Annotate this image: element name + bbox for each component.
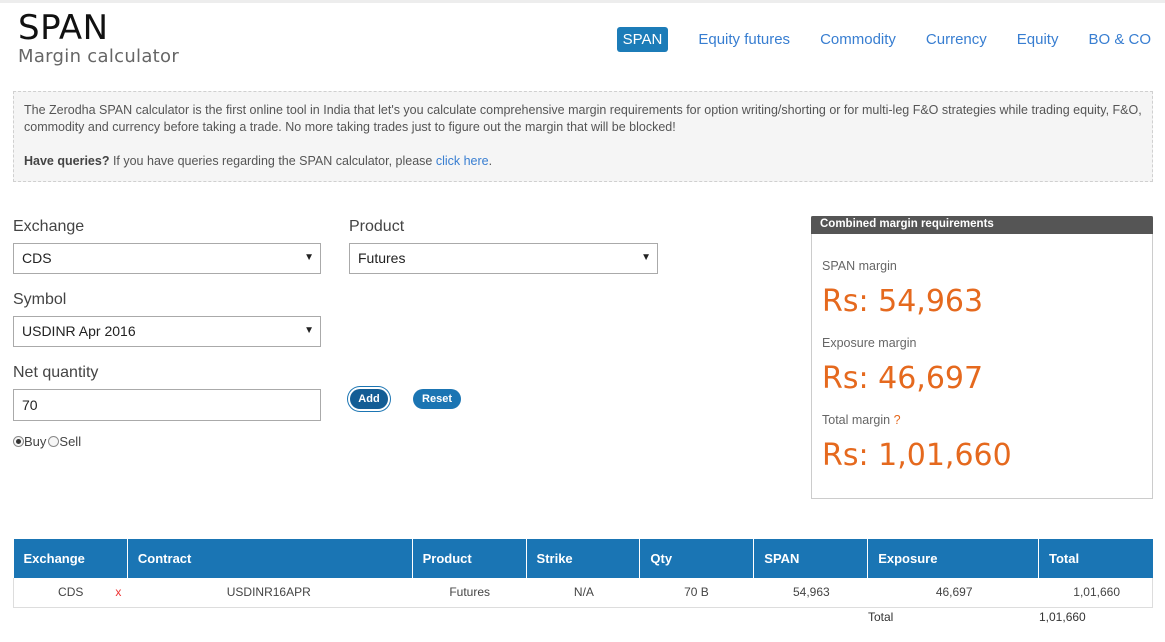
product-label: Product <box>349 218 405 235</box>
cell-contract-wrap: x USDINR16APR <box>115 578 413 608</box>
total-margin-label-wrap: Total margin ? <box>822 413 901 427</box>
info-box: The Zerodha SPAN calculator is the first… <box>13 91 1153 182</box>
brand-subtitle: Margin calculator <box>18 46 180 67</box>
th-total: Total <box>1038 539 1153 578</box>
product-value: Futures <box>358 250 406 266</box>
symbol-label: Symbol <box>13 291 67 308</box>
click-here-link[interactable]: click here <box>436 154 489 168</box>
grand-total-value: 1,01,660 <box>1039 610 1086 624</box>
total-margin-value: Rs: 1,01,660 <box>822 438 1012 473</box>
exposure-margin-value: Rs: 46,697 <box>822 361 984 396</box>
add-button[interactable]: Add <box>350 389 388 409</box>
th-strike: Strike <box>526 539 641 578</box>
nav-equity[interactable]: Equity <box>1017 27 1059 52</box>
nav-bo-co[interactable]: BO & CO <box>1088 27 1151 52</box>
th-product: Product <box>412 539 527 578</box>
queries-label: Have queries? <box>24 154 110 168</box>
cell-qty: 70 B <box>639 578 754 608</box>
exposure-margin-label: Exposure margin <box>822 336 917 350</box>
queries-text: If you have queries regarding the SPAN c… <box>109 154 436 168</box>
sell-label: Sell <box>59 434 82 449</box>
total-margin-label: Total margin <box>822 413 891 427</box>
th-contract: Contract <box>127 539 413 578</box>
nav-span[interactable]: SPAN <box>616 27 669 52</box>
exchange-select[interactable]: CDS ▼ <box>13 243 321 274</box>
positions-table: Exchange Contract Product Strike Qty SPA… <box>13 539 1153 608</box>
product-select[interactable]: Futures ▼ <box>349 243 658 274</box>
symbol-select[interactable]: USDINR Apr 2016 ▼ <box>13 316 321 347</box>
cell-total: 1,01,660 <box>1038 578 1153 608</box>
symbol-value: USDINR Apr 2016 <box>22 323 136 339</box>
cell-contract: USDINR16APR <box>226 585 311 600</box>
info-description: The Zerodha SPAN calculator is the first… <box>24 103 1142 134</box>
span-margin-label: SPAN margin <box>822 259 897 273</box>
reset-button[interactable]: Reset <box>413 389 461 409</box>
table-row: CDS x USDINR16APR Futures N/A 70 B 54,96… <box>13 578 1153 608</box>
net-quantity-input[interactable]: 70 <box>13 389 321 421</box>
chevron-down-icon: ▼ <box>304 325 314 336</box>
side-radio-group: Buy Sell <box>13 434 81 449</box>
exchange-label: Exchange <box>13 218 85 235</box>
table-header-row: Exchange Contract Product Strike Qty SPA… <box>13 539 1153 578</box>
panel-header: Combined margin requirements <box>811 216 1153 234</box>
sell-radio[interactable] <box>48 436 60 447</box>
cell-product: Futures <box>412 578 527 608</box>
nav-currency[interactable]: Currency <box>926 27 987 52</box>
th-exposure: Exposure <box>867 539 1040 578</box>
nav-commodity[interactable]: Commodity <box>820 27 896 52</box>
grand-total-label: Total <box>868 610 894 624</box>
cell-strike: N/A <box>526 578 640 608</box>
net-quantity-label: Net quantity <box>13 364 99 381</box>
remove-row-icon[interactable]: x <box>115 585 121 599</box>
combined-margin-panel: Combined margin requirements SPAN margin… <box>811 216 1153 499</box>
th-span: SPAN <box>753 539 869 578</box>
cell-exchange: CDS <box>13 578 128 608</box>
cell-span: 54,963 <box>753 578 868 608</box>
nav-equity-futures[interactable]: Equity futures <box>698 27 790 52</box>
chevron-down-icon: ▼ <box>641 252 651 263</box>
info-queries: Have queries? If you have queries regard… <box>24 153 1142 170</box>
exchange-value: CDS <box>22 250 52 266</box>
th-exchange: Exchange <box>13 539 128 578</box>
top-border <box>0 0 1165 3</box>
span-margin-value: Rs: 54,963 <box>822 284 984 319</box>
buy-radio[interactable] <box>13 436 24 447</box>
top-nav: SPAN Equity futures Commodity Currency E… <box>616 27 1151 52</box>
th-qty: Qty <box>639 539 755 578</box>
chevron-down-icon: ▼ <box>304 252 314 263</box>
buy-label: Buy <box>24 434 47 449</box>
cell-exposure: 46,697 <box>867 578 1039 608</box>
help-icon[interactable]: ? <box>894 413 901 427</box>
brand-title: SPAN <box>18 8 109 48</box>
queries-end: . <box>488 154 493 168</box>
